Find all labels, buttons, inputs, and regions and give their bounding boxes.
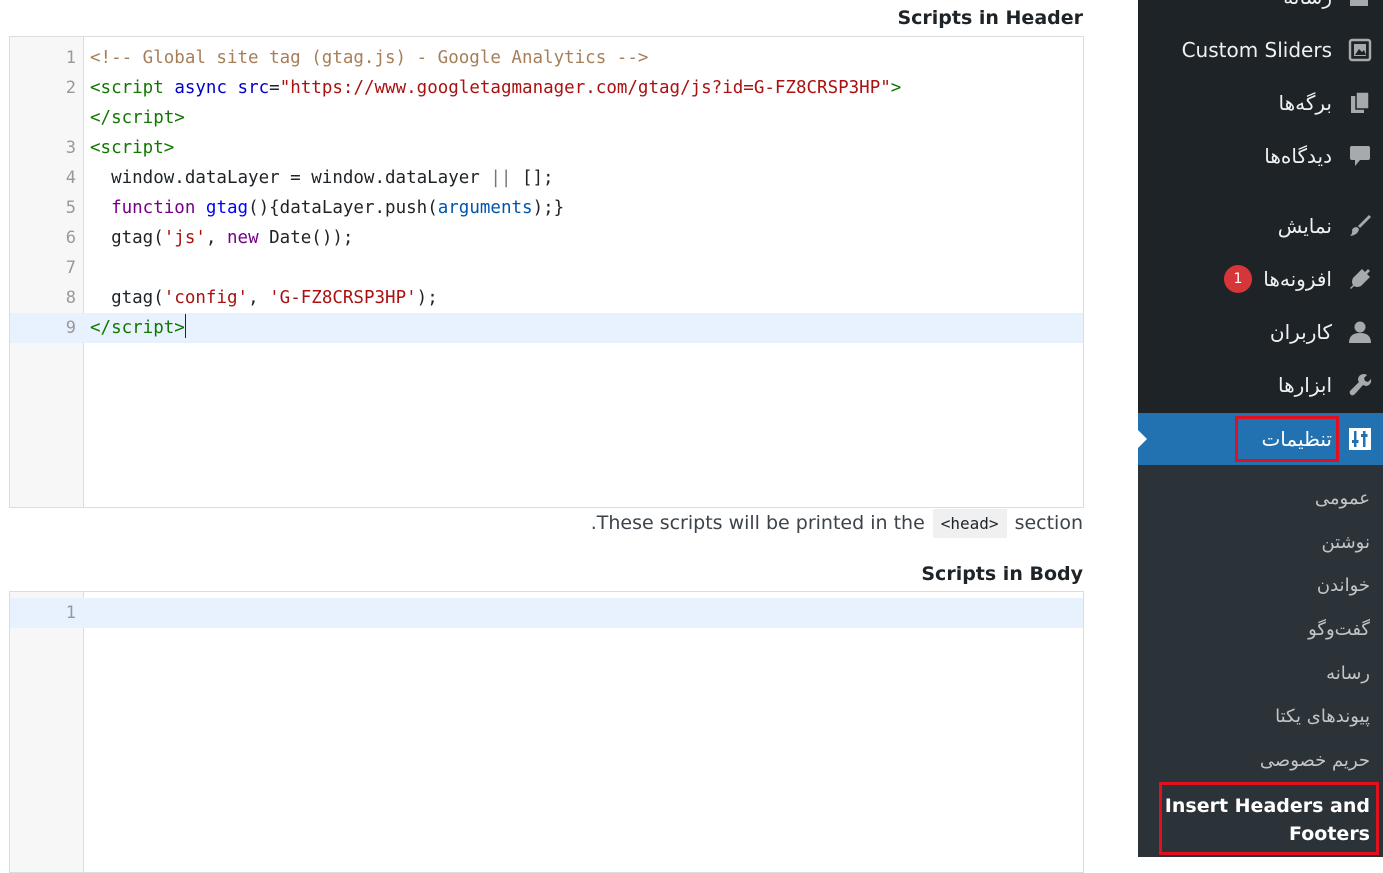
code-text[interactable]: </script> <box>90 313 186 343</box>
menu-item-label: Custom Sliders <box>1181 38 1332 62</box>
plugins-icon <box>1350 269 1370 289</box>
header-scripts-title: Scripts in Header <box>897 7 1083 29</box>
body-scripts-title: Scripts in Body <box>921 563 1083 585</box>
line-number: 2 <box>65 78 76 98</box>
menu-item-users[interactable]: کاربران <box>1138 307 1383 357</box>
plugin-updates-badge: 1 <box>1224 265 1252 293</box>
code-text[interactable]: <script> <box>90 133 174 163</box>
code-line[interactable]: 7 <box>10 253 1083 283</box>
menu-item-label: دیدگاه‌ها <box>1264 144 1332 168</box>
tools-wrench-icon <box>1349 374 1372 396</box>
line-number: 8 <box>65 288 76 308</box>
submenu-item-media[interactable]: رسانه <box>1326 659 1370 689</box>
line-number: 3 <box>65 138 76 158</box>
submenu-item-permalinks[interactable]: پیوندهای یکتا <box>1275 702 1370 732</box>
line-number: 5 <box>65 198 76 218</box>
menu-item-settings[interactable]: تنظیمات <box>1137 413 1383 465</box>
code-line-active[interactable]: 9 </script> <box>10 313 1083 343</box>
submenu-item-privacy[interactable]: حریم خصوصی <box>1260 746 1370 776</box>
settings-icon <box>1349 428 1371 450</box>
hint-text-before: .These scripts will be printed in the <box>590 512 925 534</box>
menu-item-label: برگه‌ها <box>1278 91 1333 115</box>
code-line-wrapped[interactable]: </script> <box>10 103 1083 133</box>
code-line-active[interactable]: 1 <box>10 598 1083 628</box>
code-text[interactable]: gtag('config', 'G-FZ8CRSP3HP'); <box>90 283 438 313</box>
menu-item-label: تنظیمات <box>1261 427 1332 451</box>
main-content: Scripts in Header 1 <!-- Global site tag… <box>0 0 1104 873</box>
hint-text-after: section <box>1014 512 1083 534</box>
line-number: 9 <box>65 318 76 338</box>
menu-item-media-partial[interactable]: رسانه <box>1283 0 1332 9</box>
media-icon <box>1350 0 1368 6</box>
menu-item-label: نمایش <box>1277 214 1332 238</box>
menu-item-plugins[interactable]: افزونه‌ها 1 <box>1138 254 1383 304</box>
code-text[interactable]: gtag('js', new Date()); <box>90 223 353 253</box>
menu-item-label: افزونه‌ها <box>1263 267 1332 291</box>
line-number: 7 <box>65 258 76 278</box>
submenu-item-insert-headers-and-footers[interactable]: Insert Headers and Footers <box>1165 792 1370 848</box>
submenu-item-discussion[interactable]: گفت‌وگو <box>1308 615 1370 645</box>
line-number-gutter <box>10 592 84 872</box>
menu-item-tools[interactable]: ابزارها <box>1138 360 1383 410</box>
comments-icon <box>1350 146 1370 166</box>
code-line[interactable]: 1 <!-- Global site tag (gtag.js) - Googl… <box>10 43 1083 73</box>
menu-item-label: کاربران <box>1269 320 1332 344</box>
code-line[interactable]: 8 gtag('config', 'G-FZ8CRSP3HP'); <box>10 283 1083 313</box>
submenu-item-label-line1: Insert Headers and <box>1164 795 1370 817</box>
code-text[interactable]: </script> <box>90 103 185 133</box>
header-scripts-editor[interactable]: 1 <!-- Global site tag (gtag.js) - Googl… <box>9 36 1084 508</box>
menu-item-appearance[interactable]: نمایش <box>1138 201 1383 251</box>
line-number: 1 <box>65 603 76 623</box>
menu-item-label: ابزارها <box>1277 373 1332 397</box>
submenu-item-reading[interactable]: خواندن <box>1317 571 1370 601</box>
text-cursor <box>184 314 186 338</box>
code-line[interactable]: 6 gtag('js', new Date()); <box>10 223 1083 253</box>
slider-icon <box>1348 38 1372 62</box>
code-text[interactable]: <script async src="https://www.googletag… <box>90 73 901 103</box>
code-text[interactable]: <!-- Global site tag (gtag.js) - Google … <box>90 43 648 73</box>
appearance-brush-icon <box>1350 215 1371 236</box>
body-scripts-editor[interactable]: 1 <box>9 591 1084 873</box>
menu-item-custom-sliders[interactable]: Custom Sliders <box>1138 25 1383 75</box>
menu-item-comments[interactable]: دیدگاه‌ها <box>1138 131 1383 181</box>
submenu-item-label-line2: Footers <box>1289 823 1370 845</box>
line-number: 4 <box>65 168 76 188</box>
line-number: 6 <box>65 228 76 248</box>
current-menu-arrow <box>1137 429 1147 449</box>
code-line[interactable]: 3 <script> <box>10 133 1083 163</box>
submenu-item-writing[interactable]: نوشتن <box>1321 528 1370 558</box>
pages-icon <box>1351 91 1370 113</box>
code-line[interactable]: 4 window.dataLayer = window.dataLayer ||… <box>10 163 1083 193</box>
line-number: 1 <box>65 48 76 68</box>
code-text[interactable]: window.dataLayer = window.dataLayer || [… <box>90 163 554 193</box>
header-scripts-description: .These scripts will be printed in the <h… <box>591 508 1083 538</box>
code-line[interactable]: 5 function gtag(){dataLayer.push(argumen… <box>10 193 1083 223</box>
code-line[interactable]: 2 <script async src="https://www.googlet… <box>10 73 1083 103</box>
menu-item-pages[interactable]: برگه‌ها <box>1138 78 1383 128</box>
head-tag-code: <head> <box>932 508 1007 538</box>
users-icon <box>1349 321 1371 343</box>
settings-submenu: عمومی نوشتن خواندن گفت‌وگو رسانه پیوندها… <box>1138 465 1383 857</box>
admin-sidebar: رسانه Custom Sliders برگه‌ها دیدگاه‌ها ن… <box>1137 0 1383 857</box>
submenu-item-general[interactable]: عمومی <box>1315 484 1370 514</box>
code-text[interactable]: function gtag(){dataLayer.push(arguments… <box>90 193 564 223</box>
